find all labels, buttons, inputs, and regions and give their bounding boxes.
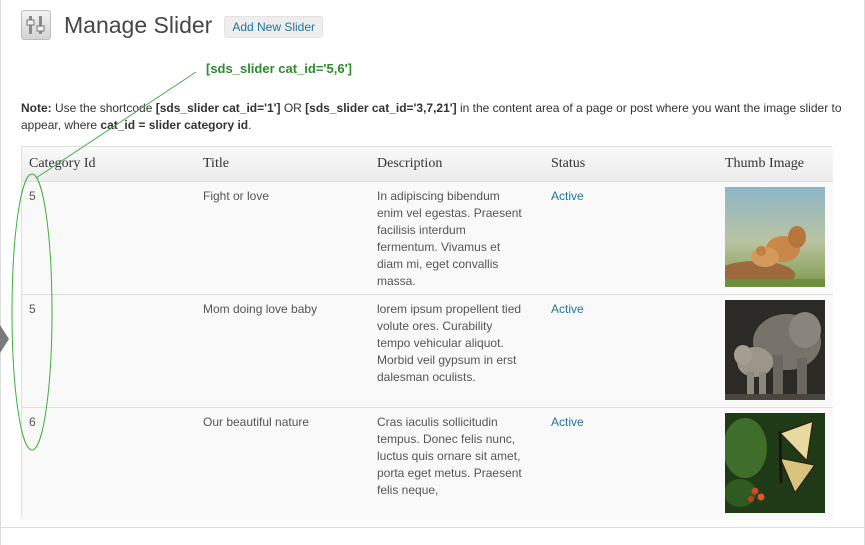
- column-header-title[interactable]: Title: [196, 147, 370, 182]
- cell-status: Active: [544, 407, 718, 520]
- note-code-1: [sds_slider cat_id='1']: [155, 101, 281, 115]
- cell-thumb: [718, 181, 833, 295]
- cell-status: Active: [544, 181, 718, 295]
- cell-thumb: [718, 294, 833, 408]
- cell-category-id: 5: [22, 181, 196, 295]
- cell-title: Mom doing love baby: [196, 294, 370, 408]
- cell-category-id: 5: [22, 294, 196, 408]
- cell-description: Cras iaculis sollicitudin tempus. Donec …: [370, 407, 544, 520]
- page-header: Manage Slider Add New Slider: [21, 9, 324, 41]
- note-code-2: [sds_slider cat_id='3,7,21']: [305, 101, 457, 115]
- slider-table: Category Id Title Description Status Thu…: [22, 147, 833, 520]
- table-row: 6 Our beautiful nature Cras iaculis soll…: [22, 407, 833, 520]
- cell-title: Our beautiful nature: [196, 407, 370, 520]
- table-row: 5 Fight or love In adipiscing bibendum e…: [22, 181, 833, 295]
- butterfly-photo: [725, 413, 825, 513]
- cell-category-id: 6: [22, 407, 196, 520]
- table-header-row: Category Id Title Description Status Thu…: [22, 147, 833, 182]
- cell-description: In adipiscing bibendum enim vel egestas.…: [370, 181, 544, 295]
- note-code-3: cat_id = slider category id: [100, 118, 249, 132]
- frame-bottom-border: [0, 527, 865, 528]
- status-link[interactable]: Active: [551, 189, 584, 203]
- note-text-1: Use the shortcode: [51, 101, 156, 115]
- status-link[interactable]: Active: [551, 415, 584, 429]
- prairie-dogs-photo: [725, 187, 825, 287]
- frame-left-border: [0, 0, 1, 545]
- settings-sliders-icon: [21, 10, 51, 40]
- note-text-2: OR: [280, 101, 306, 115]
- note-label: Note:: [21, 101, 52, 115]
- note-text-4: .: [248, 118, 252, 132]
- add-new-slider-button[interactable]: Add New Slider: [224, 15, 324, 38]
- page-title: Manage Slider: [64, 11, 213, 38]
- shortcode-note: Note: Use the shortcode [sds_slider cat_…: [21, 100, 851, 134]
- cell-thumb: [718, 407, 833, 520]
- slider-table-container: Category Id Title Description Status Thu…: [21, 146, 833, 520]
- column-header-thumb-image[interactable]: Thumb Image: [718, 147, 833, 182]
- status-link[interactable]: Active: [551, 302, 584, 316]
- table-row: 5 Mom doing love baby lorem ipsum propel…: [22, 294, 833, 408]
- collapse-menu-arrow-icon[interactable]: [0, 325, 9, 353]
- elephants-photo: [725, 300, 825, 400]
- cell-description: lorem ipsum propellent tied volute ores.…: [370, 294, 544, 408]
- shortcode-callout: [sds_slider cat_id='5,6']: [206, 61, 353, 76]
- column-header-description[interactable]: Description: [370, 147, 544, 182]
- column-header-status[interactable]: Status: [544, 147, 718, 182]
- cell-title: Fight or love: [196, 181, 370, 295]
- column-header-category-id[interactable]: Category Id: [22, 147, 196, 182]
- cell-status: Active: [544, 294, 718, 408]
